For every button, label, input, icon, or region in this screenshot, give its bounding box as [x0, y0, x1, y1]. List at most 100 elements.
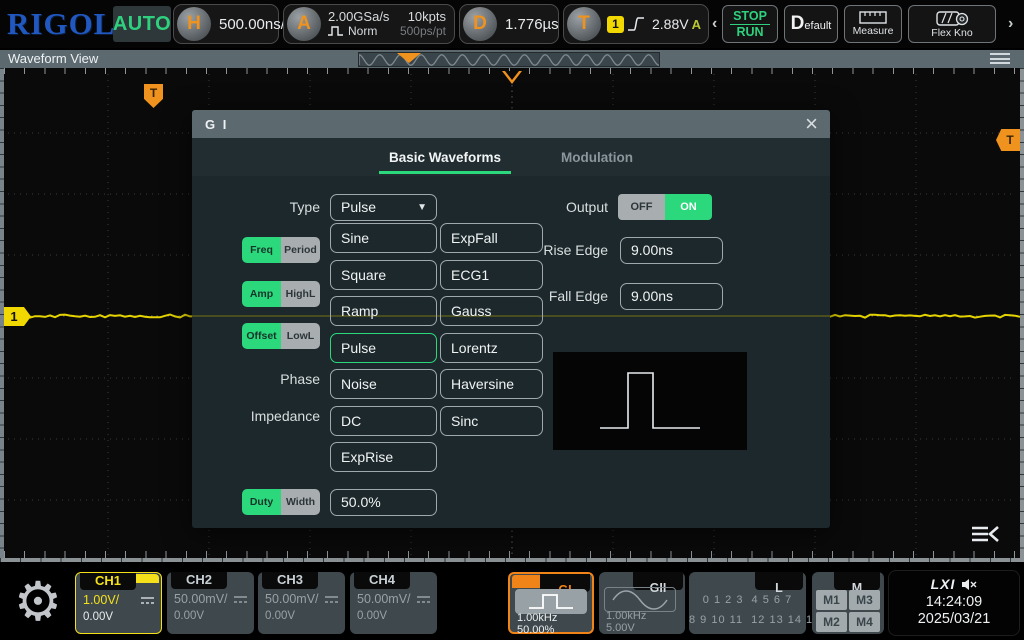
trigger-source-badge: 1: [607, 16, 624, 33]
default-button[interactable]: Default: [784, 5, 838, 43]
gii-amplitude: 5.00V: [606, 622, 635, 634]
offset-option[interactable]: Offset: [242, 323, 281, 349]
duty-width-toggle[interactable]: Duty Width: [242, 489, 320, 515]
dialog-header[interactable]: G I ×: [192, 110, 830, 138]
lowl-option[interactable]: LowL: [281, 323, 320, 349]
amp-highl-toggle[interactable]: Amp HighL: [242, 281, 320, 307]
flex-knob-button[interactable]: Flex Kno: [908, 5, 996, 43]
flex-knob-icon: [935, 10, 969, 26]
dialog-title: G I: [205, 117, 228, 132]
math-m1-button[interactable]: M1: [816, 590, 847, 610]
output-off[interactable]: OFF: [618, 194, 665, 220]
freq-option[interactable]: Freq: [242, 237, 281, 263]
delay-control[interactable]: D 1.776µs: [459, 4, 559, 44]
channel-block-ch1[interactable]: CH1 1.00V/ 0.00V: [75, 572, 162, 634]
output-on[interactable]: ON: [665, 194, 712, 220]
ch3-tab[interactable]: CH3: [262, 572, 318, 589]
run-state-indicator[interactable]: AUTO: [113, 6, 171, 42]
type-value: Pulse: [341, 199, 376, 215]
ch1-tab[interactable]: CH1: [80, 573, 136, 590]
ch2-scale: 50.00mV/: [174, 592, 228, 606]
duty-input[interactable]: 50.0%: [330, 489, 437, 516]
view-menu-icon[interactable]: [990, 53, 1010, 67]
waveform-ramp-button[interactable]: Ramp: [330, 296, 437, 326]
waveform-haversine-button[interactable]: Haversine: [440, 369, 543, 399]
delay-knob-icon[interactable]: D: [463, 7, 497, 41]
generator1-block[interactable]: GI 1.00kHz 50.00%: [508, 572, 594, 634]
ch4-tab[interactable]: CH4: [354, 572, 410, 589]
ch4-offset: 0.00V: [357, 610, 387, 622]
logic-block[interactable]: L 0 1 2 3 4 5 6 7 8 9 10 11 12 13 14 15: [689, 572, 806, 634]
waveform-pulse-button[interactable]: Pulse: [330, 333, 437, 363]
trigger-control[interactable]: T 1 2.88V A: [563, 4, 709, 44]
width-option[interactable]: Width: [281, 489, 320, 515]
delay-value: 1.776µs: [505, 16, 559, 33]
waveform-exprise-button[interactable]: ExpRise: [330, 442, 437, 472]
tab-modulation[interactable]: Modulation: [557, 141, 637, 174]
type-dropdown[interactable]: Pulse ▼: [330, 194, 437, 221]
ch3-dc-coupling-icon: [324, 595, 339, 604]
memory-depth: 10kpts: [400, 10, 446, 24]
waveform-preview: [553, 352, 747, 450]
trigger-knob-icon[interactable]: T: [567, 7, 601, 41]
horizontal-knob-icon[interactable]: H: [177, 7, 211, 41]
trigger-center-marker-inner: [505, 71, 519, 80]
math-m2-button[interactable]: M2: [816, 612, 847, 632]
acquire-knob-icon[interactable]: A: [287, 7, 321, 41]
close-icon[interactable]: ×: [805, 114, 818, 134]
output-toggle[interactable]: OFF ON: [618, 194, 712, 220]
rise-edge-label: Rise Edge: [522, 242, 608, 258]
math-block[interactable]: M M1 M3 M2 M4: [812, 572, 884, 634]
ch4-dc-coupling-icon: [416, 595, 431, 604]
offset-lowl-toggle[interactable]: Offset LowL: [242, 323, 320, 349]
measure-label: Measure: [853, 25, 894, 37]
toolbar-scroll-left-icon[interactable]: ‹: [712, 15, 717, 33]
tab-basic-waveforms[interactable]: Basic Waveforms: [385, 141, 505, 174]
timeline-overview[interactable]: [358, 52, 660, 67]
channel-block-ch4[interactable]: CH4 50.00mV/ 0.00V: [350, 572, 437, 634]
waveform-ecg1-button[interactable]: ECG1: [440, 260, 543, 290]
channel-block-ch3[interactable]: CH3 50.00mV/ 0.00V: [258, 572, 345, 634]
stop-run-button[interactable]: STOP RUN: [722, 5, 778, 43]
logic-channels-row1: 0 1 2 3 4 5 6 7: [689, 594, 806, 606]
ch1-dc-coupling-icon: [140, 596, 155, 605]
waveform-dc-button[interactable]: DC: [330, 406, 437, 436]
ch3-offset: 0.00V: [265, 610, 295, 622]
ch3-scale: 50.00mV/: [265, 592, 319, 606]
chevron-down-icon: ▼: [417, 195, 427, 220]
gi-frequency: 1.00kHz: [517, 612, 557, 624]
status-block[interactable]: LXI 14:24:09 2025/03/21: [888, 570, 1020, 636]
collapse-menu-icon[interactable]: [970, 524, 1002, 544]
ch2-tab[interactable]: CH2: [171, 572, 227, 589]
logic-channels-row2: 8 9 10 11 12 13 14 15: [689, 614, 806, 626]
pulse-preview-icon: [553, 352, 747, 450]
amp-option[interactable]: Amp: [242, 281, 281, 307]
rise-edge-input[interactable]: 9.00ns: [620, 237, 723, 264]
math-m4-button[interactable]: M4: [849, 612, 880, 632]
waveform-noise-button[interactable]: Noise: [330, 369, 437, 399]
waveform-sinc-button[interactable]: Sinc: [440, 406, 543, 436]
acquisition-control[interactable]: A 2.00GSa/s Norm 10kpts 500ps/pt: [283, 4, 455, 44]
output-label: Output: [522, 199, 608, 215]
generator2-block[interactable]: GII 1.00kHz 5.00V: [599, 572, 685, 634]
channel-block-ch2[interactable]: CH2 50.00mV/ 0.00V: [167, 572, 254, 634]
period-option[interactable]: Period: [281, 237, 320, 263]
ch2-dc-coupling-icon: [233, 595, 248, 604]
freq-period-toggle[interactable]: Freq Period: [242, 237, 320, 263]
toolbar-scroll-right-icon[interactable]: ›: [1008, 15, 1013, 33]
clock-time: 14:24:09: [889, 594, 1019, 610]
math-m3-button[interactable]: M3: [849, 590, 880, 610]
waveform-square-button[interactable]: Square: [330, 260, 437, 290]
waveform-lorentz-button[interactable]: Lorentz: [440, 333, 543, 363]
waveform-sine-button[interactable]: Sine: [330, 223, 437, 253]
math-tab[interactable]: M: [834, 572, 880, 590]
trigger-level: 2.88V: [652, 16, 689, 32]
measure-button[interactable]: Measure: [844, 5, 902, 43]
timeline-position-marker[interactable]: [397, 53, 421, 63]
horizontal-scale-control[interactable]: H 500.00ns/: [173, 4, 279, 44]
highl-option[interactable]: HighL: [281, 281, 320, 307]
fall-edge-input[interactable]: 9.00ns: [620, 283, 723, 310]
duty-option[interactable]: Duty: [242, 489, 281, 515]
rigol-gear-logo[interactable]: ⚙: [8, 567, 68, 635]
logic-tab[interactable]: L: [755, 572, 803, 590]
